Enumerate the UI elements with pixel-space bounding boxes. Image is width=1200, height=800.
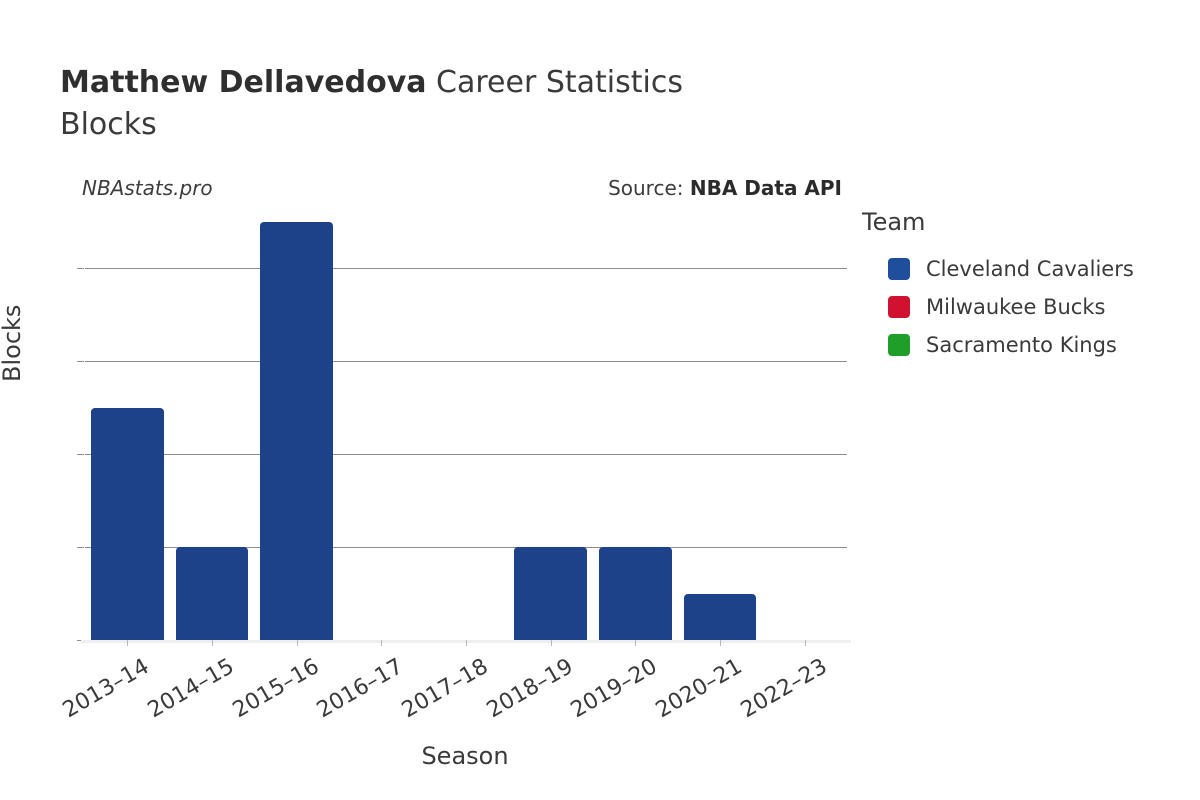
legend-item-label: Sacramento Kings	[926, 333, 1117, 357]
bar[interactable]	[175, 547, 249, 640]
y-axis-title: Blocks	[0, 304, 26, 382]
x-tick-label: 2020–21	[651, 654, 747, 724]
x-tick-mark	[381, 640, 383, 646]
x-axis-title: Season	[421, 742, 509, 770]
legend-swatch-icon	[888, 334, 910, 356]
bars-layer	[85, 221, 847, 640]
chart-canvas: 02468 2013–142014–152015–162016–172017–1…	[0, 0, 1200, 800]
y-tick-mark	[77, 361, 84, 362]
x-tick-label: 2018–19	[482, 654, 578, 724]
bar[interactable]	[260, 221, 334, 640]
plot-area: 02468 2013–142014–152015–162016–172017–1…	[59, 221, 851, 723]
x-tick-label: 2013–14	[59, 654, 154, 724]
x-tick-label: 2017–18	[397, 654, 493, 724]
x-tick-mark	[127, 640, 129, 646]
bar[interactable]	[598, 547, 672, 640]
x-tick-mark	[550, 640, 552, 646]
legend-title: Team	[862, 208, 926, 236]
x-tick-mark	[804, 640, 806, 646]
x-tick-mark	[212, 640, 213, 646]
x-tick-label: 2022–23	[736, 654, 832, 724]
x-tick-label: 2019–20	[567, 654, 662, 724]
legend: Team Cleveland Cavaliers Milwaukee Bucks S…	[862, 208, 1192, 364]
y-tick-mark	[77, 454, 84, 455]
bar[interactable]	[90, 407, 164, 640]
x-tick-label: 2015–16	[228, 654, 324, 724]
x-tick-mark	[720, 640, 721, 646]
legend-item-label: Milwaukee Bucks	[926, 295, 1106, 319]
x-tick-mark	[635, 640, 637, 646]
legend-swatch-icon	[888, 296, 910, 318]
legend-item-label: Cleveland Cavaliers	[926, 257, 1134, 281]
x-tick-mark	[466, 640, 467, 646]
legend-items: Cleveland Cavaliers Milwaukee Bucks Sacram…	[862, 250, 1192, 364]
x-tick-label: 2014–15	[143, 654, 239, 724]
y-tick-mark	[77, 268, 84, 269]
legend-item[interactable]: Sacramento Kings	[862, 326, 1192, 364]
legend-item[interactable]: Milwaukee Bucks	[862, 288, 1192, 326]
bar[interactable]	[514, 547, 588, 640]
legend-item[interactable]: Cleveland Cavaliers	[862, 250, 1192, 288]
y-tick-mark	[77, 547, 84, 548]
x-tick-label: 2016–17	[313, 654, 408, 724]
bar[interactable]	[683, 593, 757, 640]
legend-swatch-icon	[888, 258, 910, 280]
x-tick-mark	[296, 640, 298, 646]
